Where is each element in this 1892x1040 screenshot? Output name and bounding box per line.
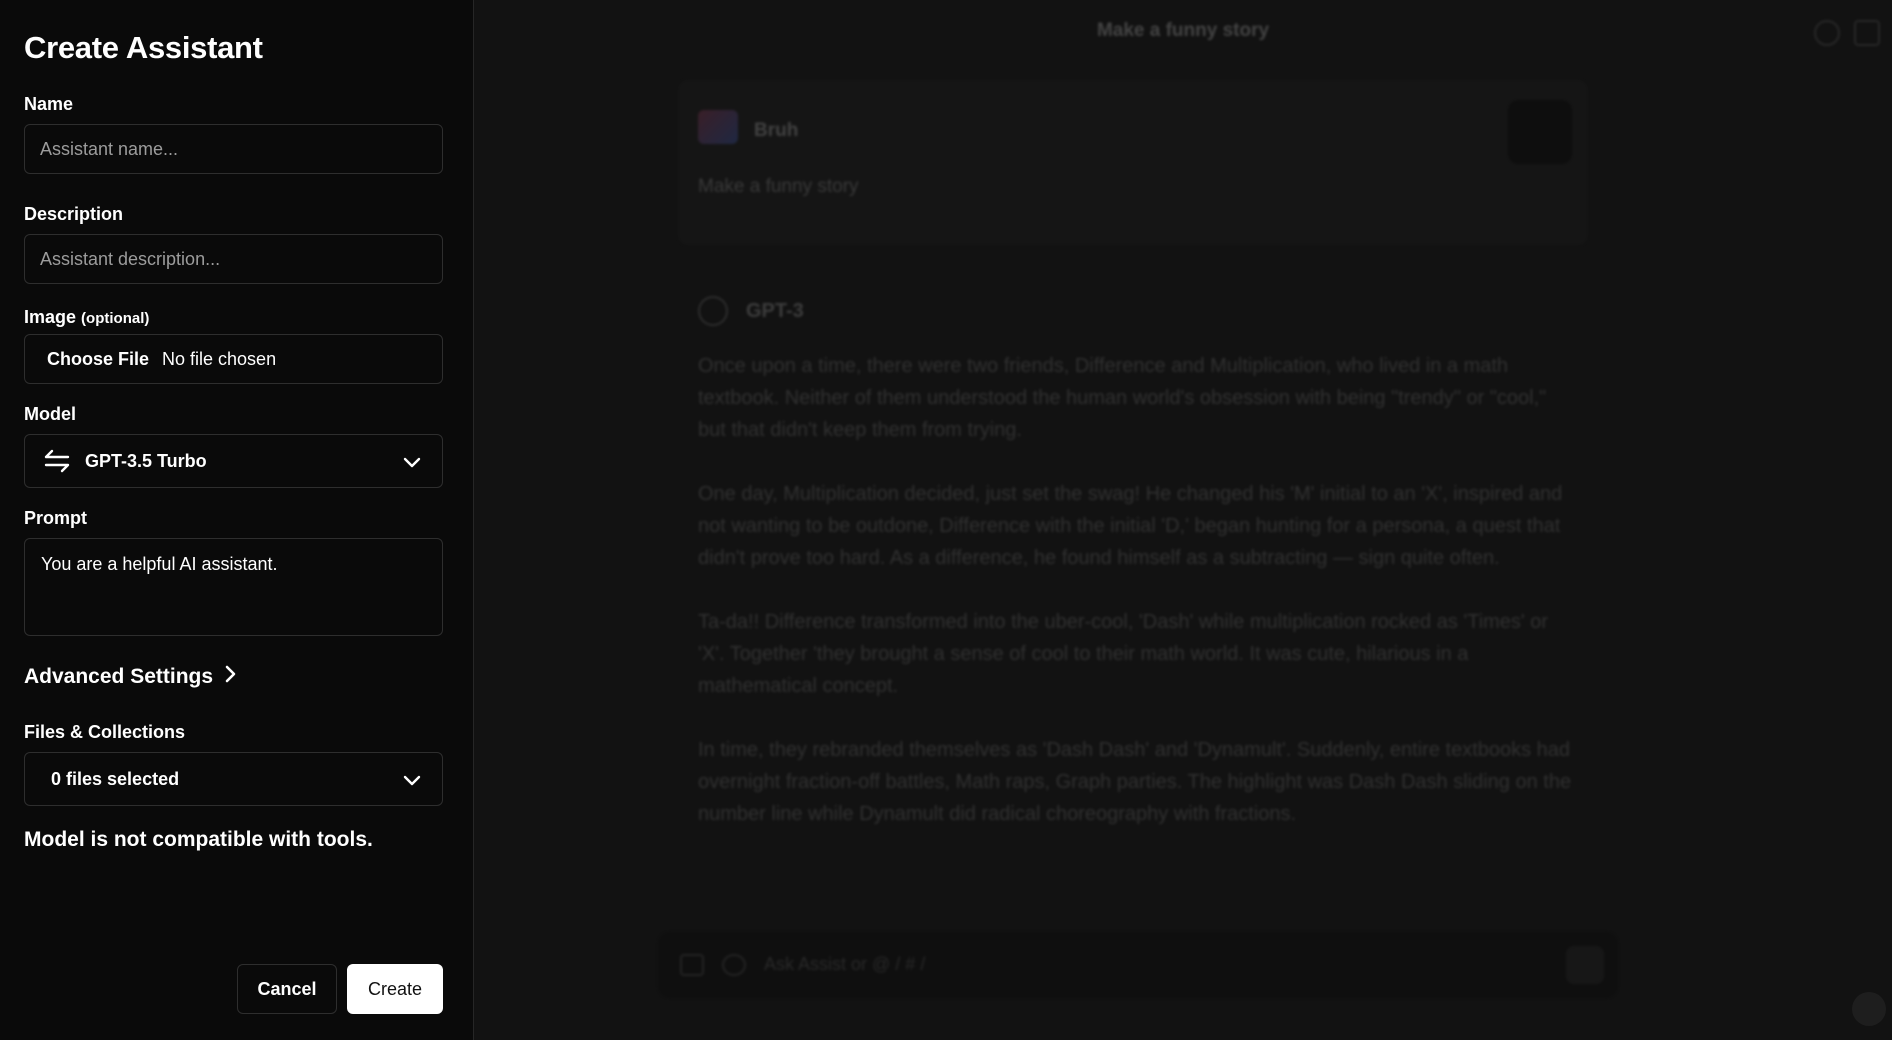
files-label: Files & Collections	[24, 722, 186, 742]
files-selected: 0 files selected	[51, 768, 180, 789]
choose-file-button[interactable]: Choose File	[47, 349, 149, 370]
user-message: Bruh Make a funny story	[678, 80, 1588, 245]
prompt-label: Prompt	[24, 508, 87, 528]
chevron-down-icon	[402, 452, 422, 477]
advanced-settings-toggle[interactable]: Advanced Settings	[24, 664, 237, 690]
model-label: Model	[24, 404, 76, 424]
message-paragraph: One day, Multiplication decided, just se…	[698, 483, 1563, 569]
chat-title: Make a funny story	[1096, 20, 1270, 41]
message-paragraph: In time, they rebranded themselves as 'D…	[698, 739, 1572, 825]
message-paragraph: Ta-da!! Difference transformed into the …	[698, 611, 1549, 697]
arrows-swap-icon	[43, 449, 71, 473]
chat-input-placeholder: Ask Assist or @ / # /	[764, 954, 926, 974]
cancel-button[interactable]: Cancel	[237, 964, 337, 1014]
info-icon	[1814, 20, 1840, 46]
create-assistant-sheet: Create Assistant Name Description Image …	[0, 0, 474, 1040]
model-select[interactable]: GPT-3.5 Turbo	[24, 434, 443, 488]
optional-tag: (optional)	[81, 310, 150, 327]
user-message-text: Make a funny story	[698, 176, 859, 197]
name-label: Name	[24, 94, 74, 114]
advanced-settings-label: Advanced Settings	[24, 665, 214, 688]
assistant-name: GPT-3	[746, 299, 804, 322]
file-status: No file chosen	[162, 348, 277, 369]
sheet-title: Create Assistant	[24, 30, 263, 65]
blurred-chat: Make a funny story Bruh Make a funny sto…	[474, 0, 1892, 1040]
prompt-textarea[interactable]: You are a helpful AI assistant.	[24, 538, 443, 636]
attach-icon	[680, 954, 704, 976]
new-chat-icon	[1854, 20, 1880, 46]
send-icon	[1566, 946, 1604, 984]
image-label-text: Image	[24, 307, 77, 327]
mic-icon	[1508, 100, 1572, 164]
chat-backdrop: Make a funny story Bruh Make a funny sto…	[474, 0, 1892, 1040]
description-label: Description	[24, 204, 124, 224]
assistant-name-input[interactable]	[24, 124, 443, 174]
help-icon	[1852, 992, 1886, 1026]
assistant-description-input[interactable]	[24, 234, 443, 284]
tools-warning: Model is not compatible with tools.	[24, 828, 373, 851]
mic-icon	[722, 954, 746, 976]
openai-icon	[698, 296, 728, 326]
chevron-right-icon	[223, 664, 237, 690]
chevron-down-icon	[402, 770, 422, 795]
image-label: Image (optional)	[24, 307, 149, 328]
model-selected: GPT-3.5 Turbo	[85, 450, 207, 471]
avatar	[698, 110, 738, 144]
user-name: Bruh	[754, 120, 799, 141]
assistant-message: Once upon a time, there were two friends…	[698, 350, 1578, 862]
files-select[interactable]: 0 files selected	[24, 752, 443, 806]
image-file-input[interactable]: Choose File No file chosen	[24, 334, 443, 384]
chat-input-bar: Ask Assist or @ / # /	[658, 932, 1618, 998]
message-paragraph: Once upon a time, there were two friends…	[698, 355, 1547, 441]
assistant-header: GPT-3	[698, 296, 804, 326]
create-button[interactable]: Create	[347, 964, 443, 1014]
